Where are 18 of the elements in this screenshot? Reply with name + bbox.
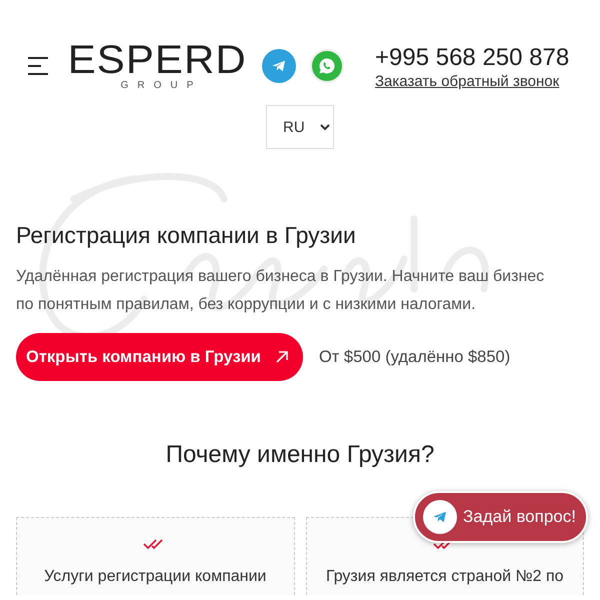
hero-title: Регистрация компании в Грузии xyxy=(16,221,356,249)
logo-subtitle: GROUP xyxy=(120,80,202,92)
section-title: Почему именно Грузия? xyxy=(164,440,436,470)
card-text: Услуги регистрации компании xyxy=(44,568,266,586)
paper-plane-icon xyxy=(423,500,457,534)
price-text: От $500 (удалённо $850) xyxy=(318,348,510,366)
phone-number: +995 568 250 878 xyxy=(375,42,570,72)
logo-name: ESPERD xyxy=(68,40,246,80)
hero-description: Удалённая регистрация вашего бизнеса в Грузии. Начните ваш бизнес по понятным правилам, без коррупции и с низкими налогами. xyxy=(16,267,546,315)
card-text: Грузия является страной №2 по xyxy=(326,568,564,586)
paper-plane-icon[interactable] xyxy=(262,49,296,83)
language-select[interactable]: RU xyxy=(266,105,334,149)
phone-bubble-icon[interactable] xyxy=(310,49,344,83)
callback-link[interactable]: Заказать обратный звонок xyxy=(375,72,570,90)
ask-question-button[interactable]: Задай вопрос! xyxy=(413,491,588,543)
open-company-button[interactable]: Открыть компанию в Грузии xyxy=(16,333,303,381)
arrow-icon xyxy=(274,350,289,364)
menu-icon[interactable] xyxy=(28,57,50,75)
